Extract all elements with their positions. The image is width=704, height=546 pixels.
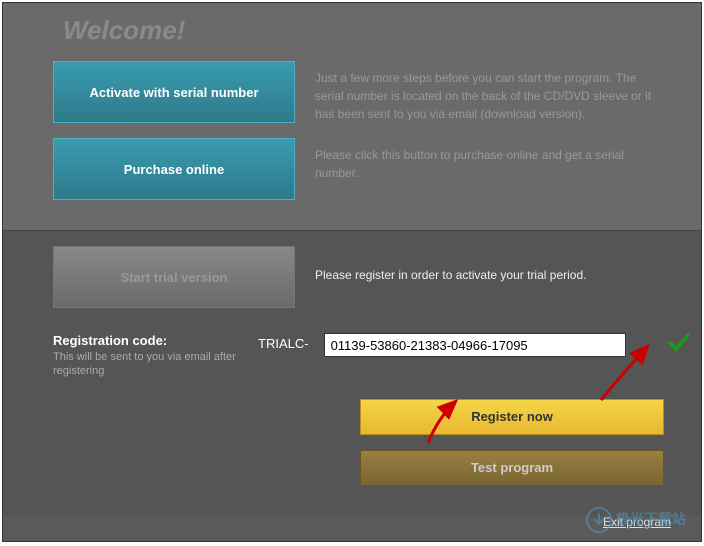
- start-trial-button[interactable]: Start trial version: [53, 246, 295, 308]
- watermark-icon: [586, 507, 612, 533]
- options-section: Welcome! Activate with serial number Jus…: [3, 3, 701, 230]
- trial-section: Start trial version Please register in o…: [3, 230, 701, 516]
- welcome-title: Welcome!: [3, 3, 701, 61]
- purchase-description: Please click this button to purchase onl…: [315, 138, 681, 182]
- activate-serial-button[interactable]: Activate with serial number: [53, 61, 295, 123]
- activate-row: Activate with serial number Just a few m…: [3, 61, 701, 138]
- registration-code-label: Registration code:: [53, 333, 243, 348]
- watermark: 极光下载站: [586, 507, 686, 533]
- registration-prefix: TRIALC-: [258, 336, 309, 351]
- register-now-button[interactable]: Register now: [360, 399, 664, 435]
- trial-description: Please register in order to activate you…: [315, 246, 681, 282]
- registration-row: Registration code: This will be sent to …: [53, 333, 681, 379]
- purchase-online-button[interactable]: Purchase online: [53, 138, 295, 200]
- activate-description: Just a few more steps before you can sta…: [315, 61, 681, 123]
- test-program-button[interactable]: Test program: [360, 450, 664, 486]
- trial-row: Start trial version Please register in o…: [53, 246, 681, 308]
- watermark-text: 极光下载站: [616, 511, 686, 527]
- purchase-row: Purchase online Please click this button…: [3, 138, 701, 215]
- registration-code-input[interactable]: [324, 333, 626, 357]
- checkmark-icon: [667, 331, 691, 360]
- registration-sublabel: This will be sent to you via email after…: [53, 350, 243, 379]
- registration-label-block: Registration code: This will be sent to …: [53, 333, 243, 379]
- registration-dialog: Welcome! Activate with serial number Jus…: [2, 2, 702, 542]
- register-row: Register now: [53, 399, 681, 435]
- test-row: Test program: [53, 450, 681, 486]
